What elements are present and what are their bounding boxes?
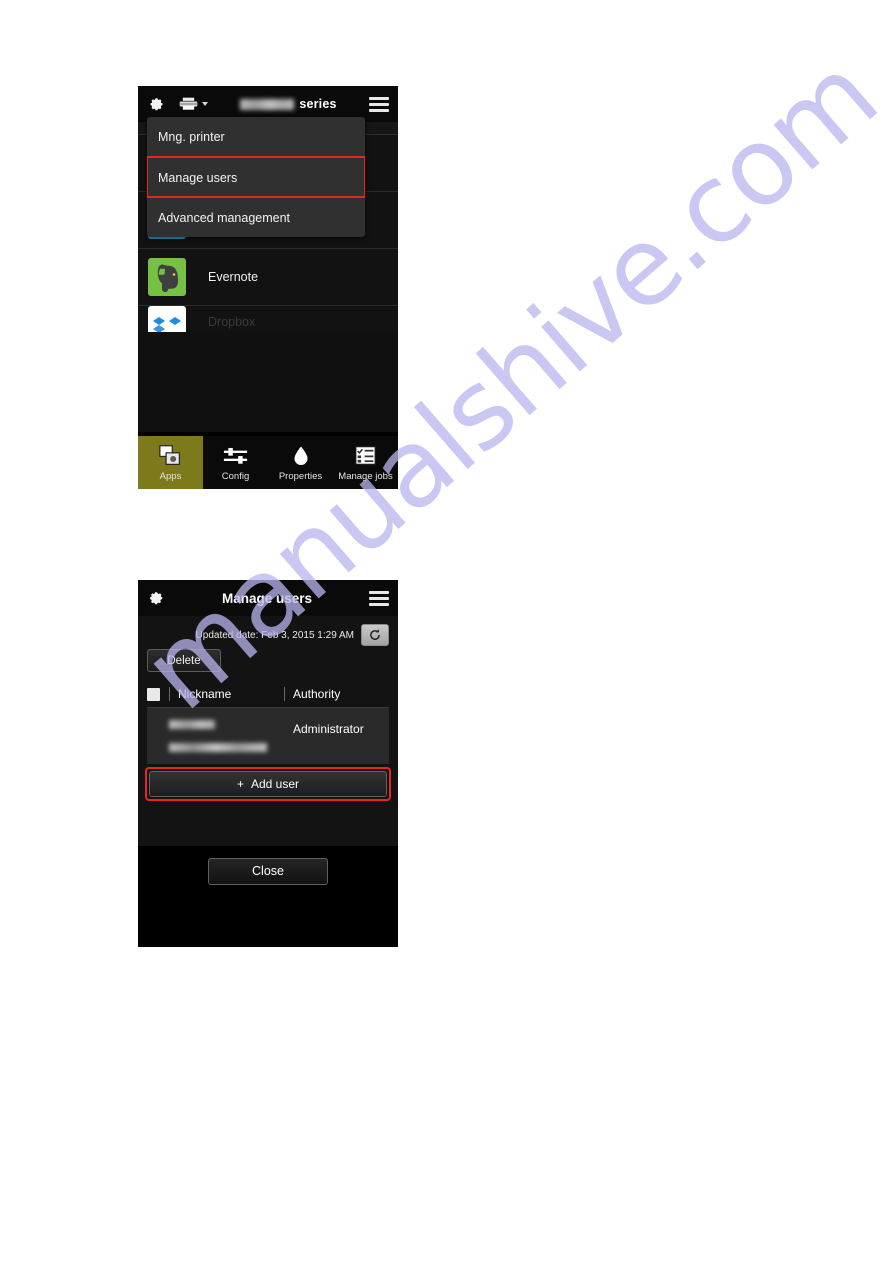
tab-properties[interactable]: Properties	[268, 436, 333, 489]
screenshot-apps-screen: series Mng. printer Manage users Advance…	[138, 86, 398, 489]
checklist-icon	[355, 444, 376, 468]
dropbox-icon	[148, 306, 186, 332]
ink-drop-icon	[292, 444, 310, 468]
manage-users-topbar: Manage users	[138, 580, 398, 616]
list-item[interactable]: Evernote	[138, 249, 398, 306]
updated-row: Updated date: Feb 3, 2015 1:29 AM	[147, 616, 389, 646]
manage-users-body: Updated date: Feb 3, 2015 1:29 AM Delete…	[138, 616, 398, 896]
list-item-label: Dropbox	[208, 315, 256, 329]
tab-label: Manage jobs	[338, 470, 393, 482]
page-title: Manage users	[221, 590, 313, 606]
table-row[interactable]: Administrator	[147, 708, 389, 764]
user-authority: Administrator	[293, 722, 364, 736]
user-email-redacted	[169, 743, 267, 752]
add-user-highlight: + Add user	[145, 767, 391, 801]
menu-item-manage-users[interactable]: Manage users	[147, 156, 365, 198]
hamburger-menu-icon[interactable]	[369, 590, 389, 606]
delete-button-label: Delete	[167, 654, 201, 667]
list-item[interactable]: Dropbox	[138, 306, 398, 332]
printer-selector[interactable]	[179, 97, 208, 111]
screenshot-manage-users-screen: Manage users Updated date: Feb 3, 2015 1…	[138, 580, 398, 947]
add-user-button[interactable]: + Add user	[149, 771, 387, 797]
users-table-header: Nickname Authority	[147, 681, 389, 708]
printer-model-redacted	[240, 98, 295, 110]
updated-date-text: Updated date: Feb 3, 2015 1:29 AM	[195, 629, 354, 641]
menu-item-label: Mng. printer	[158, 130, 225, 144]
delete-button[interactable]: Delete	[147, 649, 221, 672]
tab-config[interactable]: Config	[203, 436, 268, 489]
tab-label: Properties	[278, 470, 323, 482]
printer-series-label: series	[299, 97, 337, 111]
printer-title: series	[208, 97, 369, 111]
tab-label: Apps	[159, 470, 182, 482]
close-button-label: Close	[252, 864, 284, 878]
config-sliders-icon	[223, 444, 248, 468]
hamburger-menu-icon[interactable]	[369, 96, 389, 112]
column-header-nickname: Nickname	[169, 687, 284, 701]
manage-users-footer: Close	[138, 846, 398, 896]
menu-item-advanced-management[interactable]: Advanced management	[147, 197, 365, 237]
user-identity	[147, 714, 293, 764]
evernote-icon	[148, 258, 186, 296]
gear-icon[interactable]	[147, 95, 165, 113]
list-item-label: Evernote	[208, 270, 259, 284]
tab-manage-jobs[interactable]: Manage jobs	[333, 436, 398, 489]
printer-settings-dropdown: Mng. printer Manage users Advanced manag…	[147, 117, 365, 237]
add-user-label: Add user	[250, 777, 300, 791]
gear-icon[interactable]	[147, 589, 165, 607]
close-button[interactable]: Close	[208, 857, 328, 885]
tab-apps[interactable]: Apps	[138, 436, 203, 489]
page-watermark: manualshive.com	[0, 0, 893, 1263]
bottom-tab-bar: Apps Config Properties Manage jobs	[138, 436, 398, 489]
menu-item-mng-printer[interactable]: Mng. printer	[147, 117, 365, 157]
refresh-button[interactable]	[361, 624, 389, 646]
plus-icon: +	[236, 777, 244, 791]
apps-icon	[159, 444, 182, 468]
user-nickname-redacted	[169, 720, 215, 729]
printer-icon	[179, 97, 198, 111]
menu-item-label: Advanced management	[158, 210, 291, 225]
menu-item-label: Manage users	[158, 170, 238, 185]
column-header-authority: Authority	[284, 687, 389, 701]
tab-label: Config	[221, 470, 250, 482]
refresh-icon	[370, 629, 380, 640]
select-all-checkbox[interactable]	[147, 687, 160, 701]
users-table: Nickname Authority Administrator	[147, 681, 389, 764]
